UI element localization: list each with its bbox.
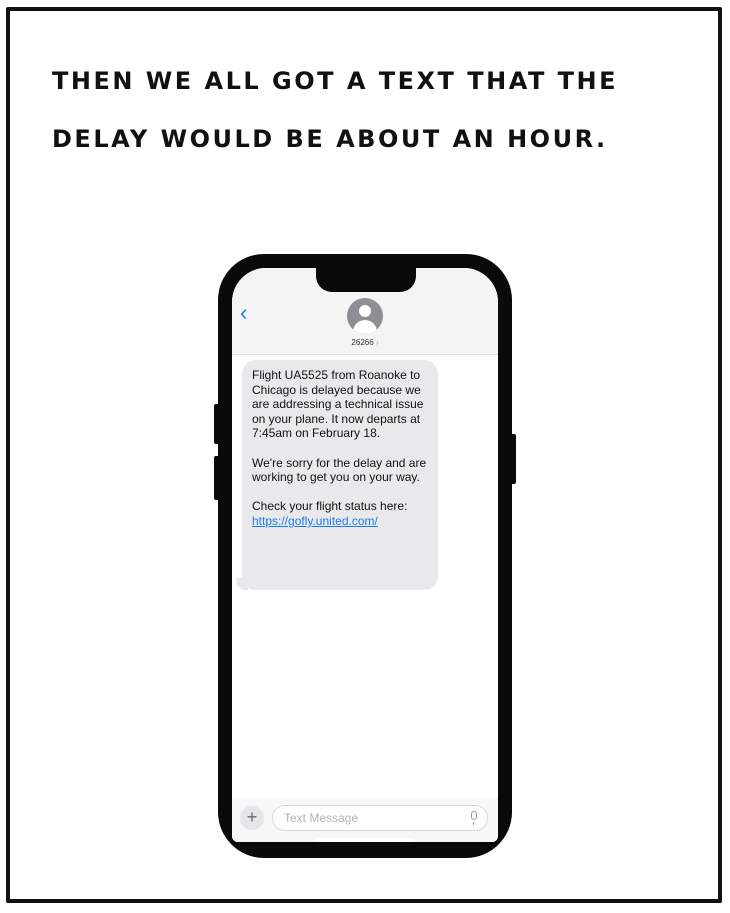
home-indicator	[316, 838, 414, 842]
received-message-bubble: Flight UA5525 from Roanoke to Chicago is…	[242, 360, 438, 590]
chevron-right-icon: ›	[375, 338, 379, 347]
caption-line-2: DELAY WOULD BE ABOUT AN HOUR.	[52, 125, 608, 153]
power-button	[510, 434, 516, 484]
plus-icon[interactable]: +	[240, 806, 264, 830]
comic-caption: THEN WE ALL GOT A TEXT THAT THE DELAY WO…	[52, 52, 652, 168]
microphone-icon[interactable]	[471, 811, 477, 825]
person-icon[interactable]	[347, 298, 383, 334]
bubble-tail	[236, 578, 248, 590]
caption-line-1: THEN WE ALL GOT A TEXT THAT THE	[52, 67, 619, 95]
phone-illustration: ‹ 26266 › Flight UA5525 from Roanoke to …	[214, 254, 516, 858]
message-paragraph: Check your flight status here:	[252, 499, 408, 514]
message-input-bar: +	[232, 798, 498, 842]
chevron-left-icon[interactable]: ‹	[240, 302, 247, 324]
volume-down-button	[214, 456, 220, 500]
phone-screen: ‹ 26266 › Flight UA5525 from Roanoke to …	[232, 268, 498, 842]
message-paragraph: Flight UA5525 from Roanoke to Chicago is…	[252, 368, 424, 441]
message-paragraph: We're sorry for the delay and are workin…	[252, 455, 427, 485]
contact-name[interactable]: 26266 ›	[232, 338, 498, 347]
phone-notch	[316, 268, 416, 292]
volume-up-button	[214, 404, 220, 444]
text-message-field[interactable]	[272, 805, 488, 831]
flight-status-link[interactable]: https://gofly.united.com/	[252, 514, 378, 528]
text-message-input[interactable]	[282, 810, 456, 826]
